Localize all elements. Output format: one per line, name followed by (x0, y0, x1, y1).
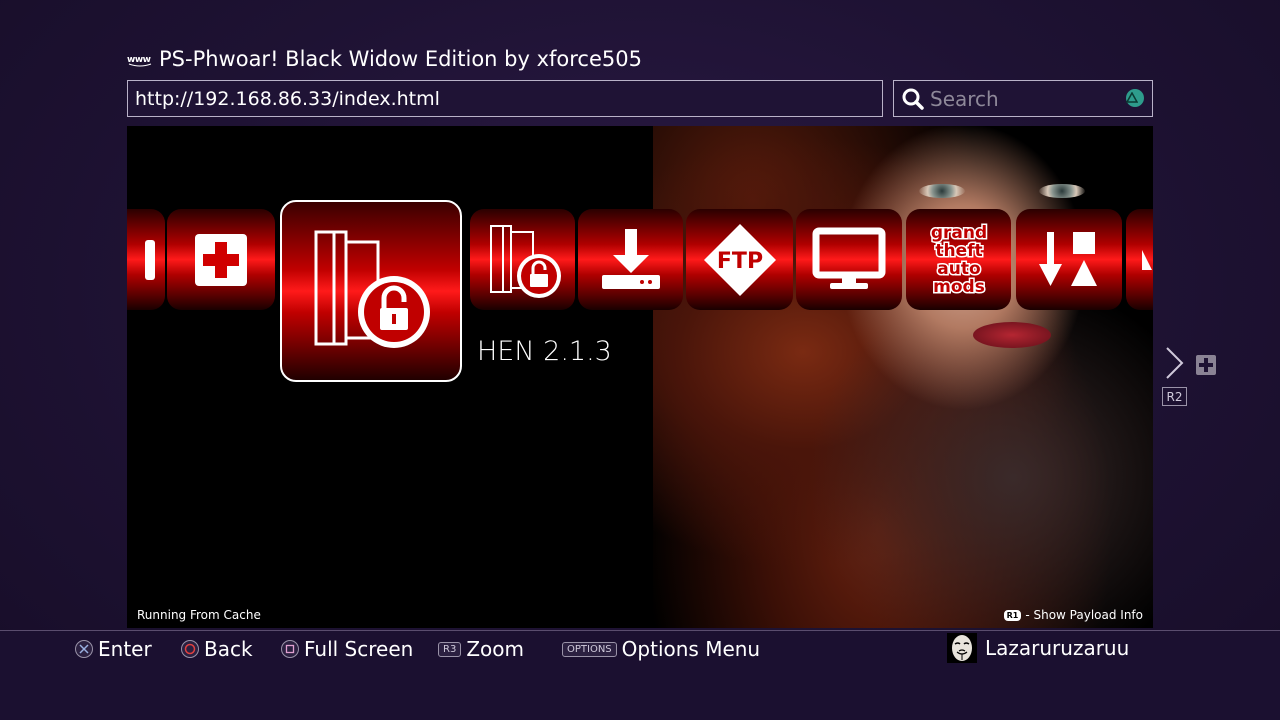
partial-tile-icon[interactable] (127, 209, 165, 310)
hint-zoom-label: Zoom (466, 637, 524, 661)
search-placeholder: Search (930, 86, 999, 111)
gta-mods-icon[interactable]: grand theft auto mods (906, 209, 1011, 310)
r3-button-icon: R3 (438, 641, 462, 657)
anonymous-mask-icon (947, 633, 977, 663)
monitor-icon[interactable] (796, 209, 902, 310)
svg-text:FTP: FTP (716, 249, 762, 274)
svg-text:auto: auto (937, 259, 980, 279)
search-icon (902, 88, 924, 110)
url-text: http://192.168.86.33/index.html (135, 87, 440, 110)
hint-fullscreen[interactable]: Full Screen (281, 637, 413, 661)
status-payload-info: R1 - Show Payload Info (1003, 608, 1143, 622)
hint-fullscreen-label: Full Screen (304, 637, 414, 661)
user-name: Lazaruruzaruu (985, 636, 1130, 660)
title-row: www PS-Phwoar! Black Widow Edition by xf… (127, 44, 642, 74)
hint-enter[interactable]: Enter (75, 637, 152, 661)
www-icon: www (127, 46, 153, 72)
lips-decor (973, 322, 1051, 348)
eye-left-decor (919, 184, 965, 198)
hint-back-label: Back (204, 637, 253, 661)
focused-tile-label: HEN 2.1.3 (477, 336, 612, 367)
r2-button-icon: R2 (1162, 387, 1187, 406)
svg-text:www: www (127, 55, 151, 65)
background-image (653, 126, 1153, 628)
browser-viewport[interactable]: HEN 2.1.3 FTP grand theft auto mods Runn… (127, 126, 1153, 628)
user-profile[interactable]: Lazaruruzaruu (947, 632, 1129, 664)
svg-text:mods: mods (933, 277, 985, 297)
r1-button-icon: R1 (1003, 609, 1022, 621)
hint-options[interactable]: OPTIONS Options Menu (562, 637, 760, 661)
partial-tile-right-icon[interactable] (1126, 209, 1153, 310)
status-cache: Running From Cache (137, 608, 261, 622)
hint-zoom[interactable]: R3 Zoom (438, 637, 524, 661)
plus-icon[interactable] (167, 209, 275, 310)
download-icon[interactable] (578, 209, 683, 310)
new-tab-plus-icon[interactable] (1196, 355, 1216, 375)
svg-text:grand: grand (930, 223, 986, 243)
page-title: PS-Phwoar! Black Widow Edition by xforce… (159, 47, 642, 71)
chevron-right-icon[interactable] (1164, 346, 1186, 380)
hint-enter-label: Enter (98, 637, 152, 661)
ftp-icon[interactable]: FTP (686, 209, 793, 310)
arrow-shapes-icon[interactable] (1016, 209, 1122, 310)
console-unlock-icon[interactable] (280, 200, 462, 382)
square-button-icon (281, 640, 299, 658)
circle-button-icon (181, 640, 199, 658)
url-input[interactable]: http://192.168.86.33/index.html (127, 80, 883, 117)
console-unlock-small-icon[interactable] (470, 209, 575, 310)
hint-back[interactable]: Back (181, 637, 253, 661)
triangle-icon[interactable] (1126, 89, 1144, 107)
options-button-icon: OPTIONS (562, 641, 617, 657)
hint-options-label: Options Menu (621, 637, 761, 661)
svg-text:theft: theft (935, 241, 982, 261)
search-input[interactable]: Search (893, 80, 1153, 117)
payload-info-text: - Show Payload Info (1025, 608, 1143, 622)
cross-button-icon (75, 640, 93, 658)
eye-right-decor (1039, 184, 1085, 198)
